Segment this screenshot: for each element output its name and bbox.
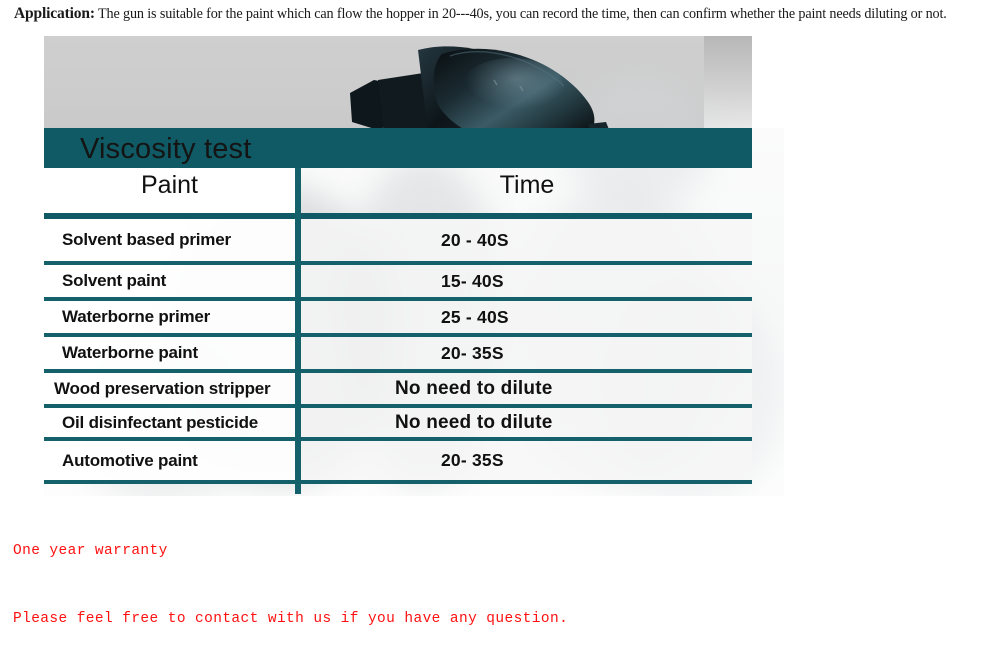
- application-text: The gun is suitable for the paint which …: [94, 6, 947, 22]
- paint-name: Waterborne primer: [62, 307, 211, 326]
- application-note: Application: The gun is suitable for the…: [0, 0, 1000, 28]
- table-cell-paint: Automotive paint: [44, 441, 295, 480]
- paint-name: Solvent based primer: [62, 230, 231, 249]
- column-header-paint: Paint: [44, 168, 295, 213]
- table-row: Solvent paint 15- 40S: [44, 265, 752, 301]
- column-header-time: Time: [302, 168, 752, 213]
- table-row: Waterborne primer 25 - 40S: [44, 301, 752, 337]
- table-row: Automotive paint 20- 35S: [44, 441, 752, 484]
- paint-name: Oil disinfectant pesticide: [62, 412, 259, 432]
- table-row: Wood preservation stripper No need to di…: [44, 373, 752, 408]
- table-row: Solvent based primer 20 - 40S: [44, 219, 752, 265]
- table-column-header-row: Paint Time: [44, 168, 752, 213]
- column-header-time-label: Time: [499, 171, 555, 199]
- table-cell-paint: Wood preservation stripper: [44, 373, 295, 404]
- product-photo: Viscosity test Paint Time Solvent based …: [44, 36, 784, 496]
- paint-name: Automotive paint: [62, 450, 198, 470]
- paint-name: Wood preservation stripper: [54, 378, 271, 398]
- table-rows: Solvent based primer 20 - 40S Solvent pa…: [44, 219, 752, 484]
- table-cell-paint: Oil disinfectant pesticide: [44, 408, 295, 437]
- table-cell-time: 20 - 40S: [301, 219, 752, 261]
- table-row: Waterborne paint 20- 35S: [44, 337, 752, 373]
- table-title: Viscosity test: [80, 133, 252, 165]
- time-value: 20- 35S: [441, 450, 504, 470]
- time-value: 25 - 40S: [441, 306, 509, 327]
- table-row: Oil disinfectant pesticide No need to di…: [44, 408, 752, 441]
- time-value: No need to dilute: [395, 411, 553, 433]
- table-cell-time: 15- 40S: [301, 265, 752, 297]
- contact-note: Please feel free to contact with us if y…: [13, 611, 569, 627]
- time-value: 15- 40S: [441, 270, 504, 291]
- photo-grey-band-right: [704, 36, 752, 128]
- time-value: 20- 35S: [441, 342, 504, 363]
- viscosity-test-table: Viscosity test Paint Time Solvent based …: [44, 128, 752, 494]
- paint-name: Waterborne paint: [62, 343, 198, 362]
- time-value: 20 - 40S: [441, 229, 509, 250]
- column-header-paint-label: Paint: [141, 171, 198, 199]
- table-cell-paint: Solvent paint: [44, 265, 295, 297]
- table-cell-time: No need to dilute: [301, 408, 752, 437]
- table-cell-time: 20- 35S: [301, 441, 752, 480]
- warranty-note: One year warranty: [13, 543, 168, 559]
- table-cell-paint: Solvent based primer: [44, 219, 295, 261]
- time-value: No need to dilute: [395, 377, 553, 399]
- table-cell-paint: Waterborne paint: [44, 337, 295, 369]
- paint-name: Solvent paint: [62, 271, 167, 290]
- table-cell-time: 25 - 40S: [301, 301, 752, 333]
- application-label: Application:: [14, 5, 95, 22]
- table-cell-paint: Waterborne primer: [44, 301, 295, 333]
- table-cell-time: 20- 35S: [301, 337, 752, 369]
- table-cell-time: No need to dilute: [301, 373, 752, 404]
